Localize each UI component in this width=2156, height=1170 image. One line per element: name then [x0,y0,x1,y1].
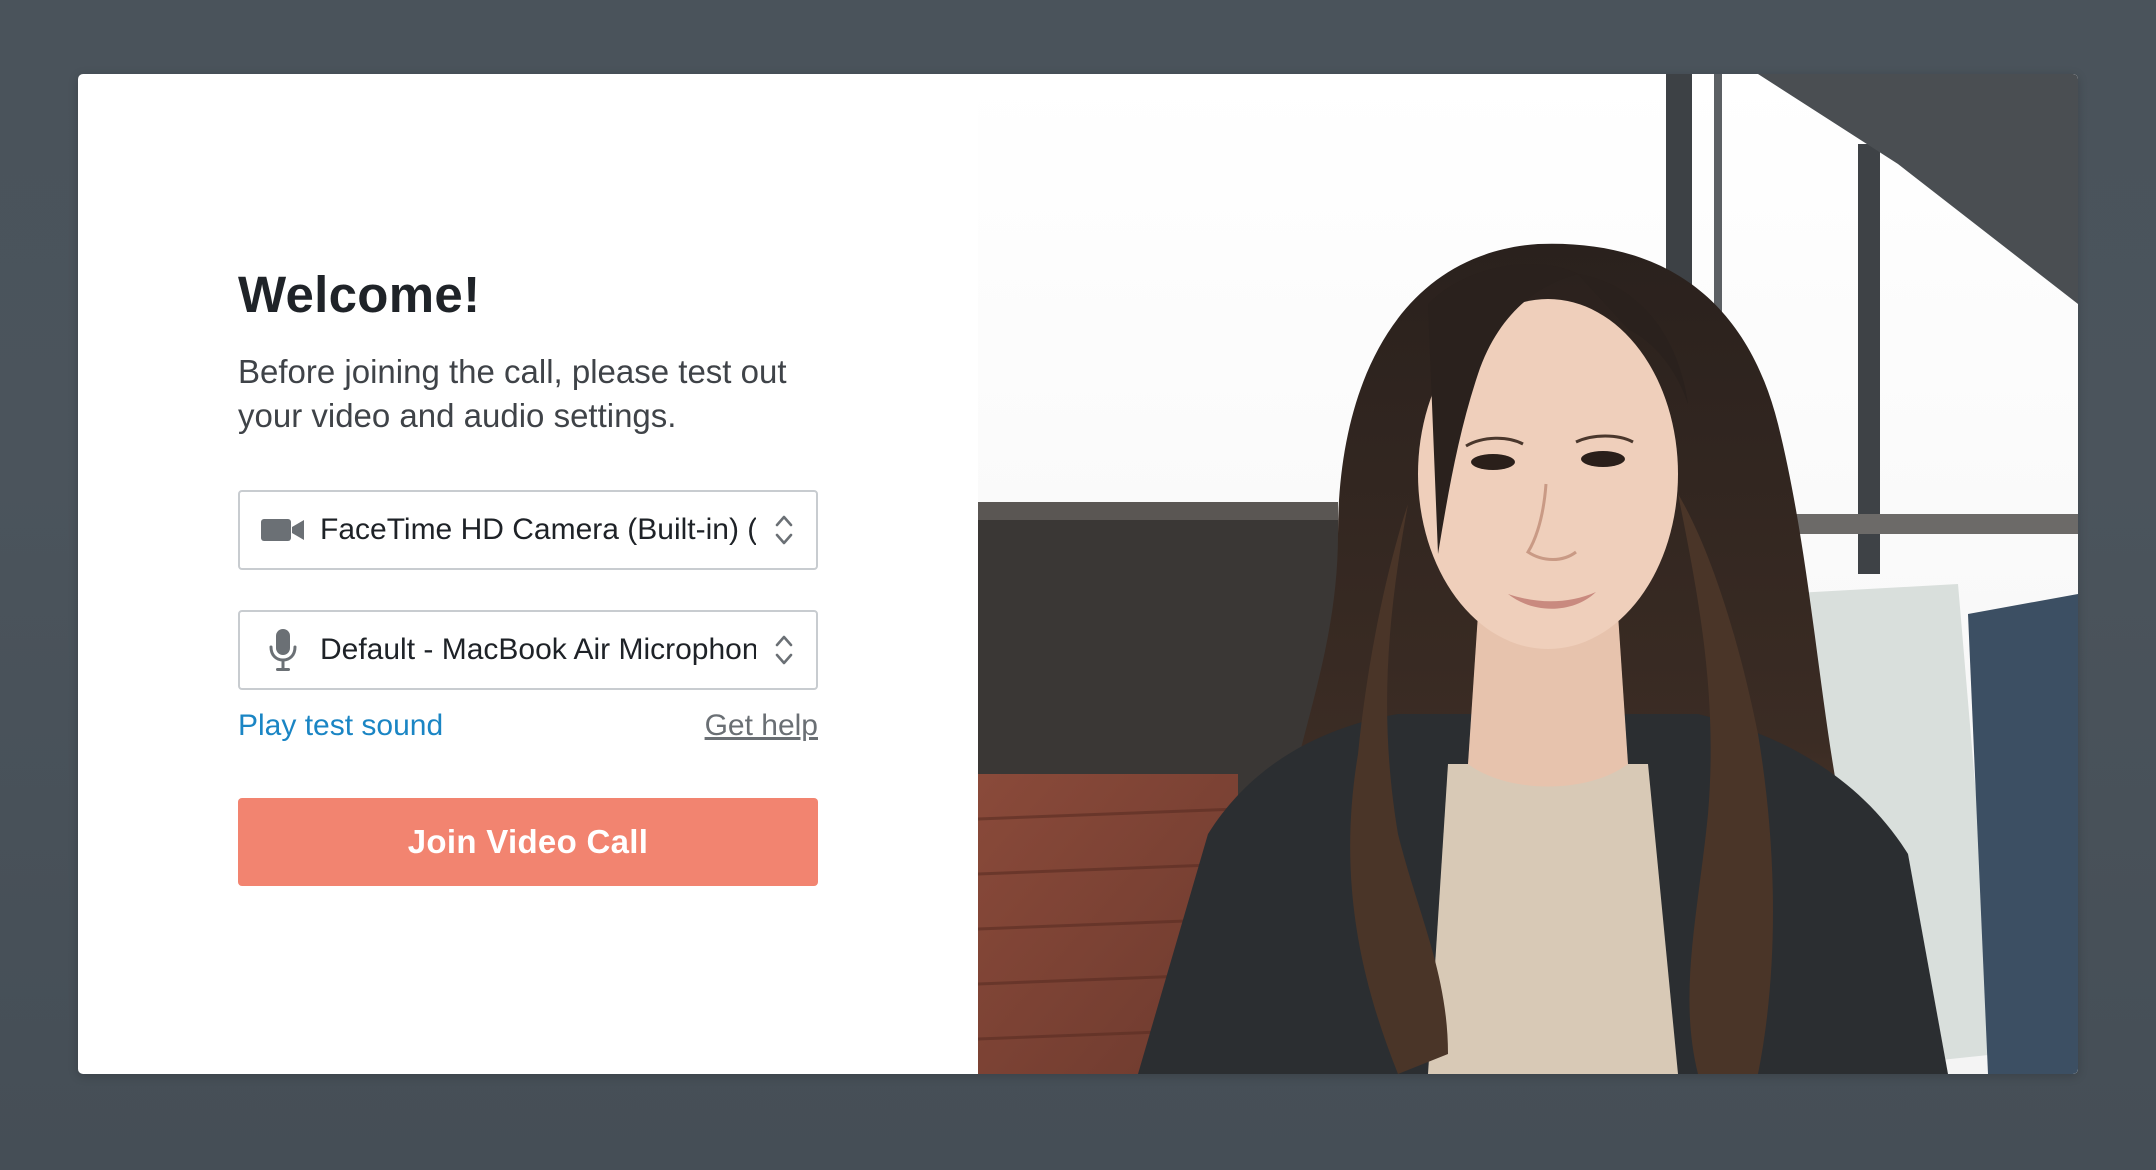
camera-select-value: FaceTime HD Camera (Built-in) (05 [320,513,756,546]
camera-preview-image [978,74,2078,1074]
play-test-sound-link[interactable]: Play test sound [238,704,443,748]
microphone-select-value: Default - MacBook Air Microphone [320,633,756,666]
microphone-select[interactable]: Default - MacBook Air Microphone [238,610,818,690]
welcome-subtitle: Before joining the call, please test out… [238,353,787,434]
chevron-up-down-icon [774,513,794,547]
audio-links-row: Play test sound Get help [238,704,818,748]
camera-preview [978,74,2078,1074]
get-help-link[interactable]: Get help [705,704,818,748]
microphone-icon [260,627,306,673]
join-video-call-button[interactable]: Join Video Call [238,798,818,886]
settings-content: Welcome! Before joining the call, please… [238,264,818,886]
settings-panel: Welcome! Before joining the call, please… [78,74,978,1074]
video-camera-icon [260,507,306,553]
chevron-up-down-icon [774,633,794,667]
welcome-title: Welcome! [238,266,481,323]
camera-select[interactable]: FaceTime HD Camera (Built-in) (05 [238,490,818,570]
pre-call-card: Welcome! Before joining the call, please… [78,74,2078,1074]
